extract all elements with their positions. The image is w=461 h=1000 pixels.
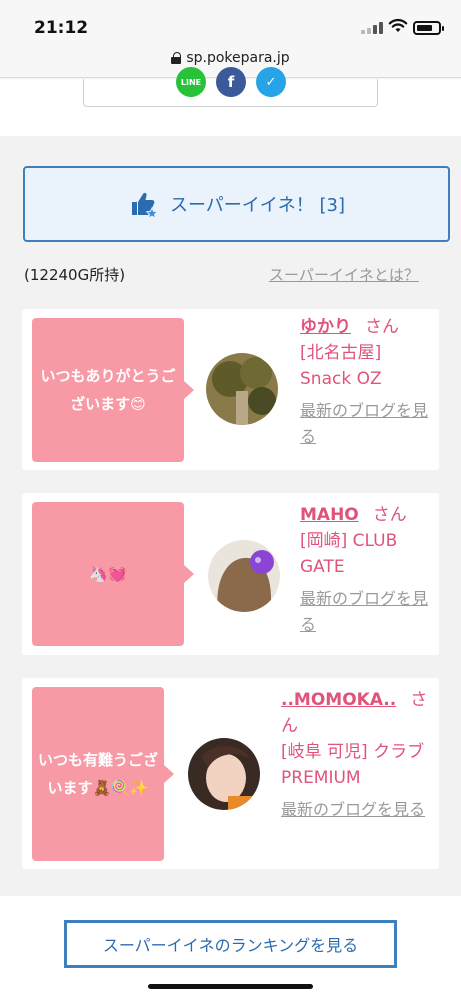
honorific: さん	[365, 317, 399, 337]
share-icons: LINE f ✓	[176, 67, 286, 97]
shop-name[interactable]: [岡崎] CLUB GATE	[300, 528, 430, 580]
blog-link[interactable]: 最新のブログを見る	[300, 586, 430, 638]
gold-balance: (12240G所持)	[24, 266, 126, 284]
wifi-icon	[388, 18, 408, 32]
lock-icon	[171, 52, 182, 64]
message-text: いつもありがとうございます😊	[40, 367, 176, 413]
blog-link[interactable]: 最新のブログを見る	[300, 398, 430, 450]
cast-name[interactable]: MAHO	[300, 505, 359, 525]
status-bar: 21:12	[0, 0, 461, 44]
blog-link[interactable]: 最新のブログを見る	[281, 797, 431, 823]
list-item: 🦄💓 MAHO さん [岡崎] CLUB GATE 最新のブログを見る	[22, 493, 439, 655]
message-bubble: 🦄💓	[32, 502, 194, 646]
url-text: sp.pokepara.jp	[186, 50, 290, 66]
home-indicator[interactable]	[148, 984, 313, 989]
message-text: 🦄💓	[89, 565, 127, 583]
super-iine-label: スーパーイイネ！ [3]	[169, 195, 346, 216]
ranking-button[interactable]: スーパーイイネのランキングを見る	[64, 920, 397, 968]
list-item: いつも有難うございます🧸🍭✨ ..MOMOKA.. さん [岐阜 可児] クラブ …	[22, 678, 439, 869]
cast-info: ..MOMOKA.. さん [岐阜 可児] クラブ PREMIUM 最新のブログを…	[281, 687, 431, 823]
cast-name[interactable]: ..MOMOKA..	[281, 690, 396, 710]
avatar[interactable]	[208, 540, 280, 612]
shop-name[interactable]: [北名古屋] Snack OZ	[300, 340, 430, 392]
line-icon[interactable]: LINE	[176, 67, 206, 97]
cast-info: ゆかり さん [北名古屋] Snack OZ 最新のブログを見る	[300, 314, 430, 450]
cellular-signal-icon	[361, 22, 383, 34]
shop-name[interactable]: [岐阜 可児] クラブ PREMIUM	[281, 739, 431, 791]
avatar[interactable]	[206, 353, 278, 425]
status-time: 21:12	[34, 18, 89, 38]
battery-icon	[413, 21, 444, 35]
cast-name[interactable]: ゆかり	[300, 317, 351, 337]
facebook-icon[interactable]: f	[216, 67, 246, 97]
message-bubble: いつもありがとうございます😊	[32, 318, 194, 462]
ranking-label: スーパーイイネのランキングを見る	[102, 936, 359, 955]
cast-info: MAHO さん [岡崎] CLUB GATE 最新のブログを見る	[300, 502, 430, 638]
honorific: さん	[372, 505, 407, 525]
super-iine-button[interactable]: スーパーイイネ！ [3]	[23, 166, 450, 242]
message-bubble: いつも有難うございます🧸🍭✨	[32, 687, 174, 861]
avatar[interactable]	[188, 738, 260, 810]
what-is-super-iine-link[interactable]: スーパーイイネとは？	[269, 264, 419, 285]
thumbs-up-star-icon	[131, 192, 159, 219]
twitter-icon[interactable]: ✓	[256, 67, 286, 97]
list-item: いつもありがとうございます😊 ゆかり さん [北名古屋] Snack OZ 最新の…	[22, 309, 439, 470]
message-text: いつも有難うございます🧸🍭✨	[38, 751, 159, 797]
